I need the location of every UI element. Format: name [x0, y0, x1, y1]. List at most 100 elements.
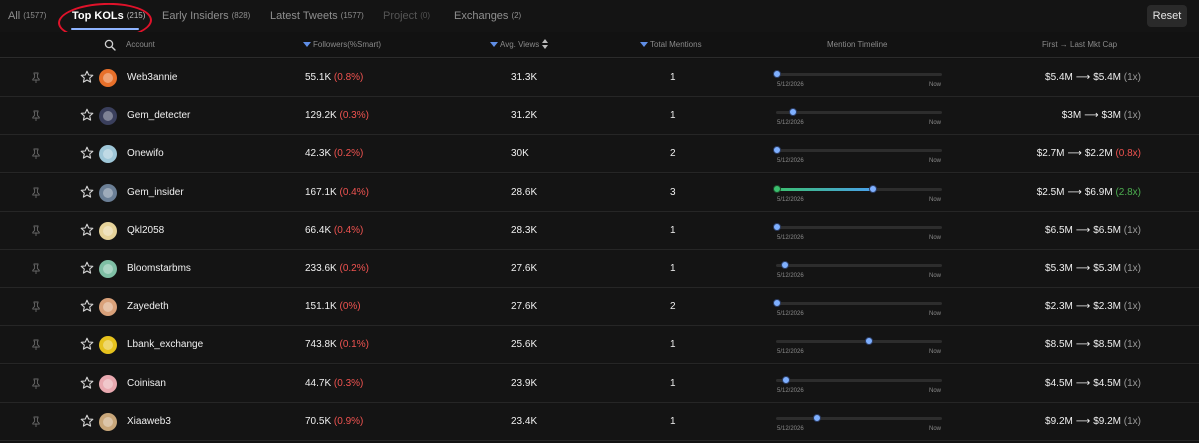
- pin-icon[interactable]: [31, 339, 41, 351]
- timeline-mention-dot[interactable]: [813, 414, 821, 422]
- account-name[interactable]: Zayedeth: [127, 288, 169, 326]
- star-icon[interactable]: [80, 299, 94, 313]
- mkt-cap-multiplier: (1x): [1123, 110, 1141, 121]
- mention-timeline-track: [776, 376, 942, 384]
- arrow-right-icon: ⟶: [1075, 339, 1091, 350]
- table-row[interactable]: Qkl2058 66.4K (0.4%) 28.3K 1 5/12/2026 Now $6.…: [0, 212, 1199, 250]
- timeline-end-label: Now: [929, 158, 942, 164]
- timeline-mention-dot[interactable]: [789, 108, 797, 116]
- account-name[interactable]: Onewifo: [127, 135, 164, 173]
- avatar[interactable]: [99, 413, 117, 431]
- pin-icon[interactable]: [31, 416, 41, 428]
- header-account[interactable]: Account: [126, 32, 155, 58]
- account-name[interactable]: Bloomstarbms: [127, 250, 191, 288]
- star-icon[interactable]: [80, 70, 94, 84]
- followers-value: 66.4K: [305, 225, 332, 236]
- search-icon[interactable]: [104, 39, 116, 51]
- timeline-first-dot[interactable]: [773, 185, 781, 193]
- timeline-start-label: 5/12/2026: [777, 426, 804, 432]
- table-row[interactable]: Web3annie 55.1K (0.8%) 31.3K 1 5/12/2026 Now $…: [0, 59, 1199, 97]
- timeline-mention-dot[interactable]: [773, 70, 781, 78]
- star-icon[interactable]: [80, 146, 94, 160]
- header-followers[interactable]: Followers(%Smart): [303, 32, 381, 58]
- followers-cell: 167.1K (0.4%): [305, 174, 369, 212]
- first-mkt-cap: $5.3M: [1045, 263, 1073, 274]
- last-mkt-cap: $6.5M: [1093, 225, 1121, 236]
- followers-value: 42.3K: [305, 148, 332, 159]
- sort-toggle-icon[interactable]: [542, 39, 549, 49]
- pin-icon[interactable]: [31, 378, 41, 390]
- account-name[interactable]: Coinisan: [127, 365, 166, 403]
- header-mention-timeline: Mention Timeline: [827, 40, 888, 49]
- avg-views-value: 23.4K: [511, 416, 538, 427]
- avatar[interactable]: [99, 336, 117, 354]
- avg-views-value: 31.3K: [511, 72, 538, 83]
- followers-value: 70.5K: [305, 416, 332, 427]
- table-row[interactable]: Xiaaweb3 70.5K (0.9%) 23.4K 1 5/12/2026 Now $9…: [0, 403, 1199, 441]
- header-total-mentions[interactable]: Total Mentions: [640, 32, 702, 58]
- table-row[interactable]: Lbank_exchange 743.8K (0.1%) 25.6K 1 5/12/20…: [0, 326, 1199, 364]
- pin-icon[interactable]: [31, 148, 41, 160]
- table-row[interactable]: Zayedeth 151.1K (0%) 27.6K 2 5/12/2026 Now $2.…: [0, 288, 1199, 326]
- avatar[interactable]: [99, 107, 117, 125]
- avatar[interactable]: [99, 298, 117, 316]
- star-icon[interactable]: [80, 185, 94, 199]
- followers-value: 233.6K: [305, 263, 337, 274]
- timeline-mention-dot[interactable]: [773, 299, 781, 307]
- account-name[interactable]: Lbank_exchange: [127, 326, 203, 364]
- timeline-mention-dot[interactable]: [773, 146, 781, 154]
- pin-icon[interactable]: [31, 225, 41, 237]
- mkt-cap-cell: $5.3M ⟶ $5.3M (1x): [1045, 250, 1141, 288]
- mkt-cap-multiplier: (1x): [1123, 416, 1141, 427]
- star-icon[interactable]: [80, 108, 94, 122]
- table-row[interactable]: Gem_insider 167.1K (0.4%) 28.6K 3 5/12/2026 N…: [0, 174, 1199, 212]
- mention-timeline-track: [773, 146, 942, 154]
- tab-label: Exchanges: [454, 10, 509, 22]
- tab-early-insiders[interactable]: Early Insiders (828): [162, 0, 250, 32]
- total-mentions-value: 2: [670, 148, 676, 159]
- pin-icon[interactable]: [31, 301, 41, 313]
- timeline-start-label: 5/12/2026: [777, 235, 804, 241]
- header-avg-views[interactable]: Avg. Views: [490, 32, 549, 58]
- tab-latest-tweets[interactable]: Latest Tweets (1577): [270, 0, 364, 32]
- pin-icon[interactable]: [31, 263, 41, 275]
- avatar[interactable]: [99, 222, 117, 240]
- followers-cell: 42.3K (0.2%): [305, 135, 363, 173]
- avatar[interactable]: [99, 184, 117, 202]
- account-name[interactable]: Gem_insider: [127, 174, 184, 212]
- avg-views-value: 25.6K: [511, 339, 538, 350]
- timeline-mention-dot[interactable]: [869, 185, 877, 193]
- reset-button[interactable]: Reset: [1147, 5, 1187, 27]
- table-row[interactable]: Gem_detecter 129.2K (0.3%) 31.2K 1 5/12/2026…: [0, 97, 1199, 135]
- first-mkt-cap: $4.5M: [1045, 378, 1073, 389]
- avatar[interactable]: [99, 260, 117, 278]
- tab-all[interactable]: All (1577): [8, 0, 46, 32]
- pin-icon[interactable]: [31, 187, 41, 199]
- star-icon[interactable]: [80, 376, 94, 390]
- account-name[interactable]: Gem_detecter: [127, 97, 190, 135]
- timeline-mention-dot[interactable]: [781, 261, 789, 269]
- avatar[interactable]: [99, 69, 117, 87]
- table-row[interactable]: Coinisan 44.7K (0.3%) 23.9K 1 5/12/2026 Now $4…: [0, 365, 1199, 403]
- table-row[interactable]: Bloomstarbms 233.6K (0.2%) 27.6K 1 5/12/2026…: [0, 250, 1199, 288]
- star-icon[interactable]: [80, 414, 94, 428]
- timeline-mention-dot[interactable]: [773, 223, 781, 231]
- pin-icon[interactable]: [31, 72, 41, 84]
- tab-project[interactable]: Project (0): [383, 0, 430, 32]
- pin-icon[interactable]: [31, 110, 41, 122]
- account-name[interactable]: Qkl2058: [127, 212, 164, 250]
- account-name[interactable]: Web3annie: [127, 59, 177, 97]
- star-icon[interactable]: [80, 223, 94, 237]
- tab-exchanges[interactable]: Exchanges (2): [454, 0, 521, 32]
- table-row[interactable]: Onewifo 42.3K (0.2%) 30K 2 5/12/2026 Now $2.7M…: [0, 135, 1199, 173]
- timeline-mention-dot[interactable]: [782, 376, 790, 384]
- timeline-mention-dot[interactable]: [865, 337, 873, 345]
- header-mkt-cap[interactable]: First → Last Mkt Cap: [1042, 32, 1117, 58]
- star-icon[interactable]: [80, 261, 94, 275]
- avatar[interactable]: [99, 145, 117, 163]
- arrow-right-icon: ⟶: [1084, 110, 1099, 121]
- account-name[interactable]: Xiaaweb3: [127, 403, 171, 441]
- avatar[interactable]: [99, 375, 117, 393]
- tab-label: All: [8, 10, 21, 22]
- star-icon[interactable]: [80, 337, 94, 351]
